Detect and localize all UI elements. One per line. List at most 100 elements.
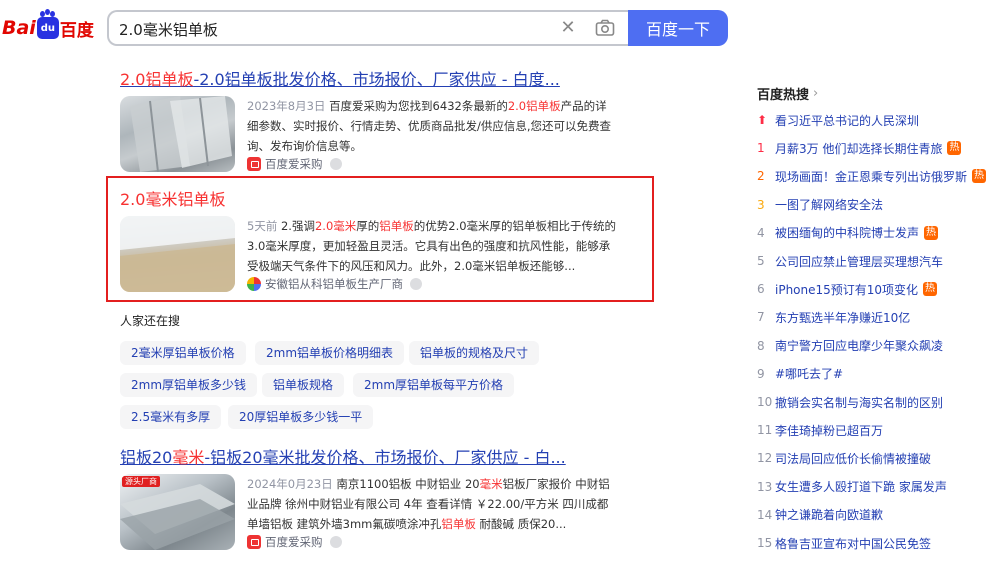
related-chip[interactable]: 铝单板的规格及尺寸 (409, 341, 540, 365)
result-description: 2023年8月3日 百度爱采购为您找到6432条最新的2.0铝单板产品的详细参数… (247, 96, 617, 156)
result-date: 2023年8月3日 (247, 99, 326, 113)
close-icon[interactable]: ✕ (559, 19, 577, 37)
hot-rank: 8 (757, 338, 765, 353)
related-chip[interactable]: 铝单板规格 (262, 373, 345, 397)
hot-rank: 4 (757, 225, 765, 240)
pin-top-icon: ⬆ (757, 113, 768, 127)
logo-text-du: du (40, 22, 55, 34)
hot-search-label: 现场画面！金正恩乘专列出访俄罗斯 (775, 169, 968, 184)
related-chip[interactable]: 20厚铝单板多少钱一平 (228, 405, 374, 429)
verified-icon (329, 536, 342, 548)
related-chip[interactable]: 2.5毫米有多厚 (120, 405, 222, 429)
related-chip[interactable]: 2mm厚铝单板多少钱 (120, 373, 258, 397)
hot-search-item[interactable]: 14 钟之谦跪着向欧道歉 (757, 505, 883, 525)
aluminum-plate-image (120, 216, 235, 292)
source-label: 百度爱采购 (265, 535, 323, 549)
hot-search-label: 钟之谦跪着向欧道歉 (775, 508, 884, 523)
related-chip[interactable]: 2mm铝单板价格明细表 (255, 341, 405, 365)
hot-search-item[interactable]: 8 南宁警方回应电摩少年聚众飙凌 (757, 336, 943, 356)
desc-highlight: 2.0铝单板 (507, 99, 561, 113)
source-label: 百度爱采购 (265, 157, 323, 171)
hot-badge: 热 (923, 282, 938, 297)
hot-search-item[interactable]: 13 女生遭多人殴打道下跪 家属发声 (757, 477, 947, 497)
search-button[interactable]: 百度一下 (628, 10, 728, 46)
result-title[interactable]: 2.0毫米铝单板 (120, 190, 660, 210)
hot-search-label: 司法局回应低价长偷情被撞破 (775, 451, 932, 466)
hot-search-label: 月薪3万 他们却选择长期住青旅 (775, 141, 943, 156)
camera-icon[interactable] (595, 19, 615, 37)
chevron-right-icon: › (813, 86, 819, 101)
hot-search-item[interactable]: 11 李佳琦掉粉已超百万 (757, 420, 883, 440)
hot-badge: 热 (972, 169, 987, 184)
result-item: 铝板20毫米-铝板20毫米批发价格、市场报价、厂家供应 - 白... 源头厂商 … (120, 448, 660, 553)
hot-search-label: 南宁警方回应电摩少年聚众飙凌 (775, 339, 944, 354)
result-date: 2024年0月23日 (247, 477, 333, 491)
hot-search-label: 公司回应禁止管理层买理想汽车 (775, 254, 944, 269)
hot-search-item[interactable]: 6 iPhone15预订有10项变化热 (757, 279, 938, 299)
title-highlight: 2.0铝单板 (120, 70, 194, 89)
related-chip[interactable]: 2毫米厚铝单板价格 (120, 341, 246, 365)
hot-rank: 13 (757, 479, 773, 494)
hot-search-label: 看习近平总书记的人民深圳 (775, 113, 920, 128)
hot-search-item[interactable]: 3 一图了解网络安全法 (757, 195, 883, 215)
title-text: -2.0铝单板批发价格、市场报价、厂家供应 - 白度... (193, 70, 560, 89)
desc-text: 厚的 (356, 219, 380, 233)
result-thumbnail[interactable] (120, 216, 235, 292)
hot-rank: 7 (757, 310, 765, 325)
result-thumbnail[interactable]: 源头厂商 (120, 474, 235, 550)
paw-icon: du (36, 11, 59, 39)
search-bar: ✕ 百度一下 (107, 10, 728, 46)
title-highlight: 毫米 (172, 448, 205, 467)
result-source[interactable]: 百度爱采购 (247, 156, 342, 172)
result-item: 2.0毫米铝单板 5天前 2.强调2.0毫米厚的铝单板的优势2.0毫米厚的铝单板… (120, 190, 660, 295)
result-description: 2024年0月23日 南京1100铝板 中财铝业 20毫米铝板厂家报价 中财铝业… (247, 474, 617, 534)
hot-rank: 2 (757, 169, 765, 184)
result-title[interactable]: 铝板20毫米-铝板20毫米批发价格、市场报价、厂家供应 - 白... (120, 448, 660, 468)
desc-text: 南京1100铝板 中财铝业 20 (336, 477, 480, 491)
hot-search-item[interactable]: 4 被困缅甸的中科院博士发声热 (757, 223, 939, 243)
hot-search-label: 被困缅甸的中科院博士发声 (775, 226, 920, 241)
thumb-badge: 源头厂商 (122, 476, 160, 487)
logo-text-bai: Bai (2, 17, 36, 39)
hot-search-item[interactable]: 12 司法局回应低价长偷情被撞破 (757, 448, 931, 468)
hot-rank: 11 (757, 423, 773, 438)
hot-rank: 9 (757, 366, 765, 381)
hot-rank: 5 (757, 254, 765, 268)
result-title[interactable]: 2.0铝单板-2.0铝单板批发价格、市场报价、厂家供应 - 白度... (120, 70, 660, 90)
verified-icon (410, 278, 422, 290)
aicaigou-icon (247, 535, 261, 549)
related-chip[interactable]: 2mm厚铝单板每平方价格 (353, 373, 515, 397)
hot-search-item[interactable]: 1 月薪3万 他们却选择长期住青旅热 (757, 138, 962, 158)
hot-search-label: 李佳琦掉粉已超百万 (775, 423, 884, 438)
logo-text-cn: 百度 (59, 20, 94, 41)
desc-highlight: 2.0毫米 (314, 219, 357, 233)
desc-highlight: 毫米 (479, 477, 503, 491)
hot-rank: 12 (757, 451, 773, 466)
hot-search-item[interactable]: 9 #哪吒去了# (757, 364, 843, 384)
search-box: ✕ (107, 10, 630, 46)
related-title: 人家还在搜 (120, 314, 181, 328)
search-input[interactable] (119, 18, 539, 40)
hot-search-item[interactable]: 7 东方甄选半年净赚近10亿 (757, 307, 910, 327)
aicaigou-icon (247, 157, 261, 171)
result-thumbnail[interactable] (120, 96, 235, 172)
title-text: 铝板20 (120, 448, 173, 467)
hot-search-label: 东方甄选半年净赚近10亿 (775, 310, 911, 325)
hot-badge: 热 (924, 225, 939, 240)
hot-rank: 15 (757, 536, 773, 550)
hot-search-item[interactable]: 10 撤销会实名制与海实名制的区别 (757, 392, 943, 412)
result-source[interactable]: 安徽铝从科铝单板生产厂商 (247, 276, 422, 292)
baidu-logo[interactable]: Bai du 百度 (2, 11, 94, 43)
hot-search-label: 撤销会实名制与海实名制的区别 (775, 395, 944, 410)
hot-search-item[interactable]: ⬆ 看习近平总书记的人民深圳 (757, 110, 919, 130)
result-source[interactable]: 百度爱采购 (247, 534, 342, 550)
hot-search-title[interactable]: 百度热搜 › (757, 84, 818, 103)
desc-text: 耐酸碱 质保20... (475, 517, 567, 531)
hot-search-label: 一图了解网络安全法 (775, 198, 884, 213)
hot-search-item[interactable]: 15 格鲁吉亚宣布对中国公民免签 (757, 533, 931, 553)
result-date: 5天前 (247, 219, 278, 233)
aluminum-sheets-image (130, 96, 232, 172)
hot-search-label: 格鲁吉亚宣布对中国公民免签 (775, 536, 932, 551)
hot-search-item[interactable]: 2 现场画面！金正恩乘专列出访俄罗斯热 (757, 166, 987, 186)
hot-search-item[interactable]: 5 公司回应禁止管理层买理想汽车 (757, 251, 943, 271)
